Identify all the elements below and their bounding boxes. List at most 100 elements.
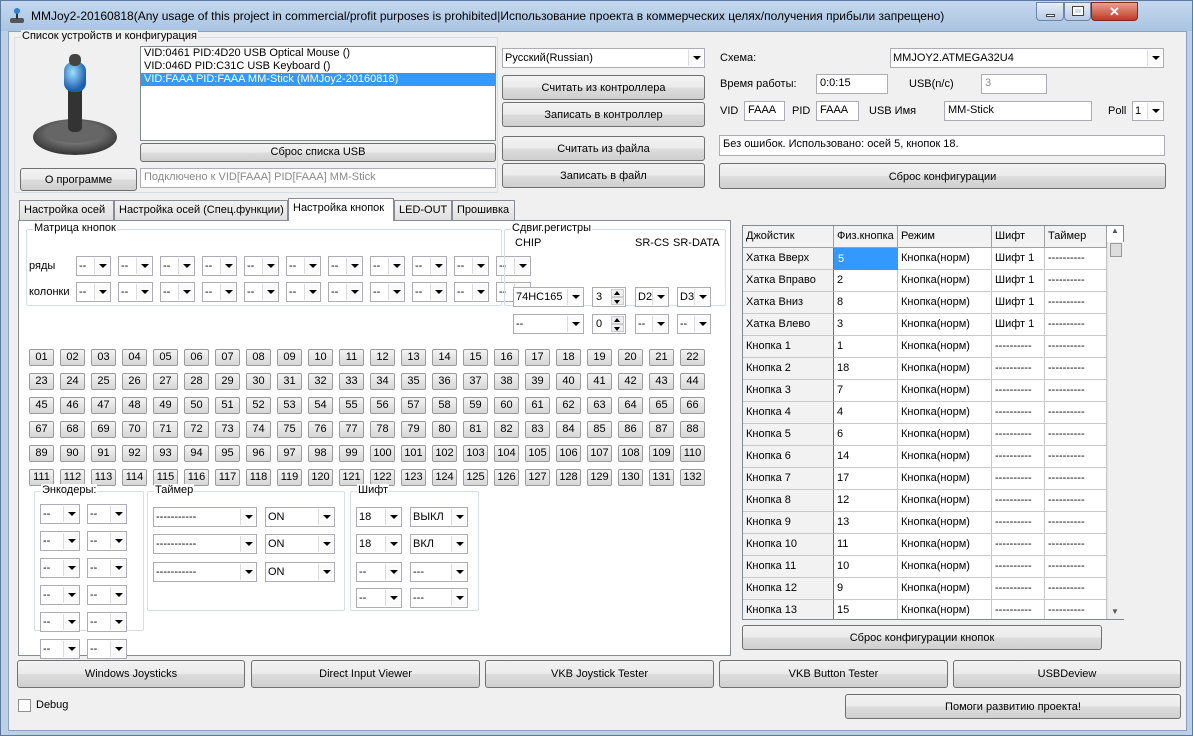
table-cell[interactable]: 6 (834, 424, 898, 446)
matrix-col-select[interactable]: -- (412, 282, 447, 302)
button-number[interactable]: 44 (680, 373, 705, 390)
table-cell[interactable]: Кнопка(норм) (898, 578, 992, 600)
table-cell[interactable]: 17 (834, 468, 898, 490)
button-number[interactable]: 99 (339, 445, 364, 462)
scroll-thumb[interactable] (1110, 243, 1122, 257)
device-list-item[interactable]: VID:046D PID:C31C USB Keyboard () (141, 60, 495, 73)
shift-select-3[interactable]: -- (356, 562, 402, 582)
button-number[interactable]: 76 (308, 421, 333, 438)
encoder-select[interactable]: -- (87, 558, 127, 578)
grid-header-phys-button[interactable]: Физ.кнопка (834, 226, 898, 248)
table-cell[interactable]: Кнопка(норм) (898, 358, 992, 380)
button-number[interactable]: 62 (556, 397, 581, 414)
pid-field[interactable]: FAAA (816, 101, 859, 121)
button-number[interactable]: 101 (401, 445, 426, 462)
button-number[interactable]: 72 (184, 421, 209, 438)
matrix-col-select[interactable]: -- (328, 282, 363, 302)
button-number[interactable]: 71 (153, 421, 178, 438)
button-number[interactable]: 19 (587, 349, 612, 366)
table-cell[interactable]: Кнопка 7 (743, 468, 834, 490)
table-cell[interactable]: Шифт 1 (992, 270, 1045, 292)
sr-count-spinner-1[interactable]: 3 (592, 287, 626, 307)
reset-buttons-config-button[interactable]: Сброс конфигурации кнопок (742, 625, 1102, 650)
button-number[interactable]: 06 (184, 349, 209, 366)
table-cell[interactable]: ---------- (992, 358, 1045, 380)
button-number[interactable]: 15 (463, 349, 488, 366)
button-number[interactable]: 45 (29, 397, 54, 414)
button-number[interactable]: 30 (246, 373, 271, 390)
table-cell[interactable]: ---------- (1045, 468, 1107, 490)
title-bar[interactable]: MMJoy2-20160818(Any usage of this projec… (1, 1, 1192, 31)
button-number[interactable]: 10 (308, 349, 333, 366)
button-number[interactable]: 27 (153, 373, 178, 390)
timer-onoff-1[interactable]: ON (265, 507, 335, 527)
button-number[interactable]: 07 (215, 349, 240, 366)
device-list-item[interactable]: VID:0461 PID:4D20 USB Optical Mouse () (141, 47, 495, 60)
table-cell[interactable]: 1 (834, 336, 898, 358)
table-cell[interactable]: Шифт 1 (992, 292, 1045, 314)
chip-select-2[interactable]: -- (513, 314, 584, 334)
tab-led-out[interactable]: LED-OUT (394, 200, 452, 220)
encoder-select[interactable]: -- (40, 639, 80, 659)
table-cell[interactable]: Кнопка 12 (743, 578, 834, 600)
table-row[interactable]: Кнопка 1 1 Кнопка(норм) ---------- ---------… (743, 336, 1107, 358)
table-cell[interactable]: 13 (834, 512, 898, 534)
table-cell[interactable]: ---------- (1045, 578, 1107, 600)
matrix-row-select[interactable]: -- (76, 256, 111, 276)
button-number[interactable]: 38 (494, 373, 519, 390)
button-number[interactable]: 68 (60, 421, 85, 438)
language-select[interactable]: Русский(Russian) (502, 48, 705, 68)
tab-axes-special[interactable]: Настройка осей (Спец.функции) (114, 200, 288, 220)
button-number[interactable]: 52 (246, 397, 271, 414)
read-controller-button[interactable]: Считать из контроллера (502, 75, 705, 100)
button-number[interactable]: 43 (649, 373, 674, 390)
table-cell[interactable]: 5 (834, 248, 898, 270)
button-number[interactable]: 57 (401, 397, 426, 414)
button-number[interactable]: 02 (60, 349, 85, 366)
button-number[interactable]: 103 (463, 445, 488, 462)
usb-name-field[interactable]: MM-Stick (944, 101, 1092, 121)
table-cell[interactable]: ---------- (1045, 402, 1107, 424)
read-file-button[interactable]: Считать из файла (502, 136, 705, 161)
button-number[interactable]: 70 (122, 421, 147, 438)
device-list[interactable]: VID:0461 PID:4D20 USB Optical Mouse () V… (140, 46, 496, 141)
button-number[interactable]: 125 (463, 469, 488, 486)
write-controller-button[interactable]: Записать в контроллер (502, 102, 705, 127)
table-cell[interactable]: ---------- (1045, 270, 1107, 292)
encoder-select[interactable]: -- (87, 504, 127, 524)
table-cell[interactable]: ---------- (1045, 336, 1107, 358)
button-number[interactable]: 110 (680, 445, 705, 462)
grid-header-shift[interactable]: Шифт (992, 226, 1045, 248)
matrix-col-select[interactable]: -- (244, 282, 279, 302)
tab-firmware[interactable]: Прошивка (452, 200, 515, 220)
grid-header-mode[interactable]: Режим (898, 226, 992, 248)
table-cell[interactable]: ---------- (992, 380, 1045, 402)
button-number[interactable]: 63 (587, 397, 612, 414)
button-number[interactable]: 128 (556, 469, 581, 486)
table-row[interactable]: Хатка Вправо 2 Кнопка(норм) Шифт 1 ---------… (743, 270, 1107, 292)
button-number[interactable]: 14 (432, 349, 457, 366)
close-button[interactable]: ✕ (1091, 2, 1138, 21)
button-number[interactable]: 96 (246, 445, 271, 462)
table-row[interactable]: Кнопка 4 4 Кнопка(норм) ---------- ---------… (743, 402, 1107, 424)
button-number[interactable]: 40 (556, 373, 581, 390)
table-cell[interactable]: Кнопка(норм) (898, 380, 992, 402)
button-number[interactable]: 03 (91, 349, 116, 366)
button-number[interactable]: 105 (525, 445, 550, 462)
button-number[interactable]: 51 (215, 397, 240, 414)
button-number[interactable]: 126 (494, 469, 519, 486)
table-cell[interactable]: ---------- (1045, 556, 1107, 578)
spin-down-icon[interactable] (611, 297, 624, 305)
reset-usb-button[interactable]: Сброс списка USB (140, 143, 496, 162)
button-number[interactable]: 13 (401, 349, 426, 366)
table-cell[interactable]: 11 (834, 534, 898, 556)
table-cell[interactable]: Кнопка(норм) (898, 600, 992, 619)
button-number[interactable]: 86 (618, 421, 643, 438)
button-number[interactable]: 82 (494, 421, 519, 438)
table-cell[interactable]: ---------- (1045, 534, 1107, 556)
tab-axes[interactable]: Настройка осей (19, 200, 114, 220)
minimize-button[interactable] (1036, 2, 1064, 21)
matrix-col-select[interactable]: -- (118, 282, 153, 302)
button-number[interactable]: 98 (308, 445, 333, 462)
button-number[interactable]: 74 (246, 421, 271, 438)
